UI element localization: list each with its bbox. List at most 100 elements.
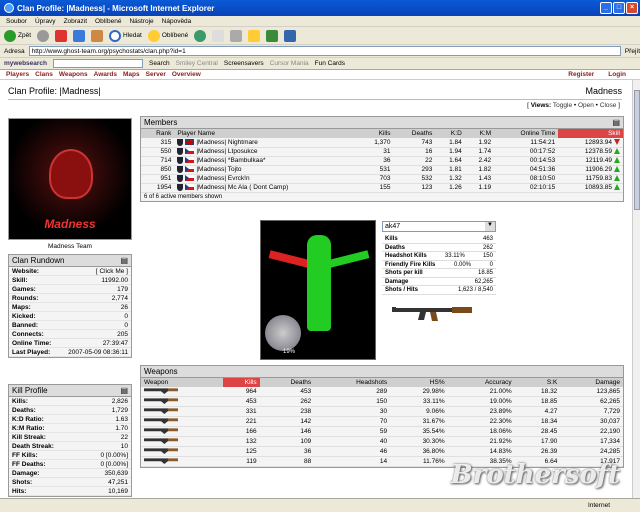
column-header[interactable]: HS% xyxy=(390,378,448,387)
vertical-scrollbar[interactable] xyxy=(632,80,640,498)
table-row[interactable]: 166 146 59 35.54% 18.06% 28.45 22,190 xyxy=(141,426,623,437)
table-row[interactable]: 453 262 150 33.11% 19.00% 18.85 62,265 xyxy=(141,396,623,407)
minimize-button[interactable]: _ xyxy=(600,2,612,14)
player-name[interactable]: |Madness| Mc Ala ( Dont Camp) xyxy=(196,184,288,191)
column-header[interactable]: Online Time xyxy=(494,129,559,138)
cell-weapon[interactable] xyxy=(141,456,223,467)
nav-weapons[interactable]: Weapons xyxy=(59,71,88,78)
refresh-button[interactable] xyxy=(73,29,86,42)
column-header[interactable]: Player Name xyxy=(174,129,359,138)
column-header[interactable]: Damage xyxy=(560,378,623,387)
column-header[interactable]: Accuracy xyxy=(447,378,515,387)
collapse-icon[interactable]: ▤ xyxy=(120,386,128,395)
table-row[interactable]: 221 142 70 31.67% 22.30% 18.34 30,037 xyxy=(141,416,623,427)
column-header[interactable]: Skill xyxy=(558,129,623,138)
player-name[interactable]: |Madness| *Bambulkaa* xyxy=(196,157,265,164)
cell-weapon[interactable] xyxy=(141,396,223,407)
menu-edit[interactable]: Úpravy xyxy=(35,18,56,25)
table-row[interactable]: 331 238 30 9.06% 23.89% 4.27 7,729 xyxy=(141,406,623,417)
address-input[interactable]: http://www.ghost-team.org/psychostats/cl… xyxy=(28,46,621,56)
cell-name[interactable]: |Madness| Tojto xyxy=(174,165,359,175)
column-header[interactable]: Weapon xyxy=(141,378,223,387)
column-header[interactable]: K:M xyxy=(464,129,495,138)
table-row[interactable]: 315 |Madness| Nightmare 1,370 743 1.84 1.92 11… xyxy=(141,138,623,148)
scroll-thumb[interactable] xyxy=(634,90,640,210)
screensavers-link[interactable]: Screensavers xyxy=(224,60,264,67)
column-header[interactable]: S:K xyxy=(514,378,561,387)
nav-maps[interactable]: Maps xyxy=(123,71,140,78)
column-header[interactable]: Headshots xyxy=(314,378,391,387)
web-search-button[interactable]: Search xyxy=(149,60,170,67)
cursor-mania-link[interactable]: Cursor Mania xyxy=(270,60,309,67)
view-open[interactable]: Open xyxy=(578,102,594,109)
fun-cards-link[interactable]: Fun Cards xyxy=(315,60,345,67)
view-close[interactable]: Close xyxy=(600,102,617,109)
table-row[interactable]: 132 109 40 30.30% 21.92% 17.90 17,334 xyxy=(141,436,623,447)
weapon-select[interactable]: ak47 ▼ xyxy=(382,221,496,232)
forward-button[interactable] xyxy=(37,29,50,42)
menu-tools[interactable]: Nástroje xyxy=(129,18,153,25)
back-button[interactable]: Zpět xyxy=(4,29,31,42)
player-name[interactable]: |Madness| Evrck!n xyxy=(196,175,249,182)
menu-favorites[interactable]: Oblíbené xyxy=(95,18,121,25)
view-toggle[interactable]: Toggle xyxy=(553,102,572,109)
maximize-button[interactable]: □ xyxy=(613,2,625,14)
player-name[interactable]: |Madness| Ltposukce xyxy=(196,148,257,155)
register-link[interactable]: Register xyxy=(568,71,594,78)
home-button[interactable] xyxy=(91,29,104,42)
cell-name[interactable]: |Madness| Mc Ala ( Dont Camp) xyxy=(174,183,359,193)
table-row[interactable]: 1954 |Madness| Mc Ala ( Dont Camp) 155 123 1… xyxy=(141,183,623,193)
table-row[interactable]: 951 |Madness| Evrck!n 703 532 1.32 1.43 08:10:… xyxy=(141,174,623,184)
cell-name[interactable]: |Madness| Ltposukce xyxy=(174,147,359,157)
nav-players[interactable]: Players xyxy=(6,71,29,78)
column-header[interactable]: Kills xyxy=(358,129,394,138)
search-button[interactable]: Hledat xyxy=(109,29,142,42)
nav-clans[interactable]: Clans xyxy=(35,71,53,78)
cell-weapon[interactable] xyxy=(141,416,223,427)
stat-row: Kill Streak: 22 xyxy=(9,433,131,442)
cell-name[interactable]: |Madness| Evrck!n xyxy=(174,174,359,184)
table-row[interactable]: 964 453 289 29.98% 21.00% 18.32 123,865 xyxy=(141,387,623,397)
web-search-input[interactable] xyxy=(53,59,143,68)
collapse-icon[interactable]: ▤ xyxy=(612,118,620,127)
collapse-icon[interactable]: ▤ xyxy=(120,256,128,265)
column-header[interactable]: Rank xyxy=(141,129,175,138)
stop-button[interactable] xyxy=(55,29,68,42)
player-name[interactable]: |Madness| Tojto xyxy=(196,166,241,173)
nav-awards[interactable]: Awards xyxy=(94,71,117,78)
cell-weapon[interactable] xyxy=(141,436,223,447)
cell-weapon[interactable] xyxy=(141,406,223,417)
login-link[interactable]: Login xyxy=(608,71,626,78)
column-header[interactable]: K:D xyxy=(435,129,465,138)
table-row[interactable]: 550 |Madness| Ltposukce 31 16 1.94 1.74 00:17:… xyxy=(141,147,623,157)
column-header[interactable]: Deaths xyxy=(259,378,315,387)
cell-name[interactable]: |Madness| Nightmare xyxy=(174,138,359,148)
cell-weapon[interactable] xyxy=(141,446,223,457)
table-row[interactable]: 850 |Madness| Tojto 531 293 1.81 1.82 04:51:36… xyxy=(141,165,623,175)
menu-view[interactable]: Zobrazit xyxy=(64,18,87,25)
favorites-button[interactable]: Oblíbené xyxy=(147,29,188,42)
close-button[interactable]: × xyxy=(626,2,638,14)
smiley-central-link[interactable]: Smiley Central xyxy=(176,60,218,67)
nav-overview[interactable]: Overview xyxy=(172,71,201,78)
cell-weapon[interactable] xyxy=(141,426,223,437)
column-header[interactable]: Kills xyxy=(222,378,260,387)
history-button[interactable] xyxy=(194,29,207,42)
table-row[interactable]: 714 |Madness| *Bambulkaa* 36 22 1.64 2.42 00:1… xyxy=(141,156,623,166)
menu-file[interactable]: Soubor xyxy=(6,18,27,25)
folder-button[interactable] xyxy=(248,29,261,42)
mail-button[interactable] xyxy=(212,29,225,42)
player-name[interactable]: |Madness| Nightmare xyxy=(196,139,258,146)
status-bar: Internet xyxy=(0,498,640,512)
go-button[interactable]: Přejít xyxy=(625,48,640,55)
cell-weapon[interactable] xyxy=(141,387,223,397)
column-header[interactable]: Deaths xyxy=(393,129,436,138)
menu-help[interactable]: Nápověda xyxy=(162,18,192,25)
nav-server[interactable]: Server xyxy=(146,71,166,78)
cell-kills: 31 xyxy=(358,147,394,157)
messenger-button[interactable] xyxy=(266,29,279,42)
cell-name[interactable]: |Madness| *Bambulkaa* xyxy=(174,156,359,166)
print-button[interactable] xyxy=(230,29,243,42)
table-row[interactable]: 125 36 46 36.80% 14.83% 26.39 24,285 xyxy=(141,446,623,457)
media-button[interactable] xyxy=(284,29,297,42)
